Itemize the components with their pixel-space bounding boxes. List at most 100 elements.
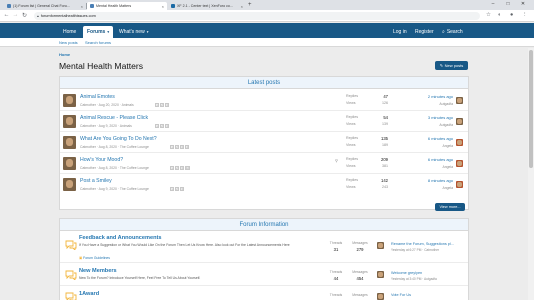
browser-tab-1[interactable]: (1) Forum list | General Chat Foru... × (4, 2, 86, 10)
avatar[interactable] (377, 293, 384, 300)
latest-date[interactable]: 2 minutes ago (400, 94, 453, 99)
favicon-icon (171, 4, 175, 8)
login-link[interactable]: Log in (389, 26, 411, 38)
breadcrumb[interactable]: Home (59, 52, 70, 57)
subnav-search-forums[interactable]: Search forums (85, 40, 111, 45)
menu-icon[interactable]: ⋮ (522, 12, 528, 18)
threads-count: 44 (333, 276, 339, 281)
pin-icon: ⚲ (335, 158, 338, 163)
avatar[interactable] (63, 178, 76, 191)
browser-tab-2[interactable]: Mental Health Matters × (87, 2, 167, 10)
forum-title[interactable]: 1Award (79, 291, 99, 297)
views-label: Views (346, 185, 356, 189)
page-link[interactable]: 2 (160, 103, 164, 107)
minimize-button[interactable]: – (488, 1, 498, 7)
page-link[interactable]: 3 (180, 145, 184, 149)
forum-title[interactable]: New Members (79, 268, 117, 274)
forward-button[interactable]: → (12, 12, 19, 18)
close-tab-icon[interactable]: × (239, 4, 243, 9)
nav-tab-whats-new[interactable]: What's new ▾ (115, 26, 152, 38)
page-link[interactable]: 10 (185, 166, 190, 170)
maximize-button[interactable]: □ (503, 1, 513, 7)
register-link[interactable]: Register (411, 26, 438, 38)
latest-date[interactable]: 8 minutes ago (400, 178, 453, 183)
messages-count: 454 (356, 276, 364, 281)
avatar[interactable] (377, 242, 384, 249)
avatar[interactable] (63, 115, 76, 128)
page-link[interactable]: 3 (165, 124, 169, 128)
subforum-link[interactable]: ▣ Forum Guidelines (79, 256, 110, 260)
replies-label: Replies (346, 136, 358, 140)
replies-count: 47 (383, 94, 388, 99)
page-link[interactable]: 3 (180, 166, 184, 170)
scrollbar-thumb[interactable] (529, 50, 533, 168)
avatar[interactable] (63, 157, 76, 170)
page-link[interactable]: 2 (175, 187, 179, 191)
avatar[interactable] (456, 97, 463, 104)
page-link[interactable]: 2 (175, 145, 179, 149)
page-link[interactable]: 3 (180, 187, 184, 191)
browser-tab-bar: (1) Forum list | General Chat Foru... × … (0, 0, 534, 10)
page-link[interactable]: 1 (155, 124, 159, 128)
page-link[interactable]: 3 (165, 103, 169, 107)
close-tab-icon[interactable]: × (160, 4, 164, 9)
forum-information-heading: Forum Information (60, 219, 468, 231)
forum-title[interactable]: Feedback and Announcements (79, 235, 161, 241)
page-link[interactable]: 4 (185, 145, 189, 149)
nav-tab-home[interactable]: Home (59, 26, 80, 38)
profile-icon[interactable]: ● (510, 12, 513, 18)
avatar[interactable] (456, 181, 463, 188)
avatar[interactable] (63, 94, 76, 107)
chevron-down-icon[interactable]: ▾ (107, 30, 109, 34)
avatar[interactable] (377, 271, 384, 278)
tab-title: (1) Forum list | General Chat Foru... (13, 4, 70, 8)
view-more-button[interactable]: View more... (435, 203, 465, 211)
reload-button[interactable]: ↻ (21, 12, 28, 19)
page-link[interactable]: 1 (170, 145, 174, 149)
last-post-title[interactable]: Welcome greylyen (391, 271, 467, 275)
close-tab-icon[interactable]: × (79, 4, 83, 9)
post-title[interactable]: Animal Emotes (80, 94, 115, 100)
latest-user[interactable]: Angela (400, 186, 453, 190)
latest-user[interactable]: Angela (400, 165, 453, 169)
avatar[interactable] (63, 136, 76, 149)
url-bar[interactable]: 🔒︎ forumformentalhealthissues.com (34, 12, 480, 20)
close-window-button[interactable]: ✕ (518, 1, 528, 7)
search-link[interactable]: ⌕ Search (438, 26, 467, 38)
avatar[interactable] (456, 160, 463, 167)
page-scrollbar[interactable] (528, 48, 534, 300)
views-count: 139 (382, 122, 388, 126)
latest-date[interactable]: 6 minutes ago (400, 136, 453, 141)
post-title[interactable]: How's Your Mood? (80, 157, 123, 163)
last-post-title[interactable]: Rename the Forum, Suggestions pl... (391, 242, 467, 246)
nav-tab-label: Forums (87, 29, 106, 35)
post-title[interactable]: Animal Rescue - Please Click (80, 115, 148, 121)
last-post-title[interactable]: Vote For Us (391, 293, 467, 297)
browser-tab-3[interactable]: XF 2.1 - Center text | XenForo co... × (168, 2, 246, 10)
nav-tab-forums[interactable]: Forums ▾ (83, 26, 114, 38)
latest-user[interactable]: Autgadfa (400, 123, 453, 127)
page-link[interactable]: 1 (170, 187, 174, 191)
chevron-down-icon[interactable]: ▾ (147, 30, 149, 34)
page-link[interactable]: 1 (170, 166, 174, 170)
subnav-new-posts[interactable]: New posts (59, 40, 78, 45)
page-link[interactable]: 1 (155, 103, 159, 107)
new-posts-button[interactable]: ✎ New posts (435, 61, 468, 70)
post-title[interactable]: Post a Smiley (80, 178, 112, 184)
page-link[interactable]: 2 (175, 166, 179, 170)
latest-date[interactable]: 6 minutes ago (400, 157, 453, 162)
extensions-icon[interactable]: ◐ (498, 12, 501, 18)
latest-user[interactable]: Angela (400, 144, 453, 148)
new-tab-button[interactable]: + (248, 2, 252, 8)
page-link[interactable]: 2 (160, 124, 164, 128)
post-title[interactable]: What Are You Going To Do Next? (80, 136, 157, 142)
avatar[interactable] (456, 139, 463, 146)
replies-label: Replies (346, 178, 358, 182)
latest-user[interactable]: Autgadfa (400, 102, 453, 106)
latest-date[interactable]: 3 minutes ago (400, 115, 453, 120)
bookmark-star-icon[interactable]: ☆ (486, 12, 491, 18)
messages-count: 279 (356, 247, 364, 252)
avatar[interactable] (456, 118, 463, 125)
back-button[interactable]: ← (3, 12, 10, 18)
post-meta: Catmother · Aug 9, 2020 · The Coffee Lou… (80, 187, 149, 191)
